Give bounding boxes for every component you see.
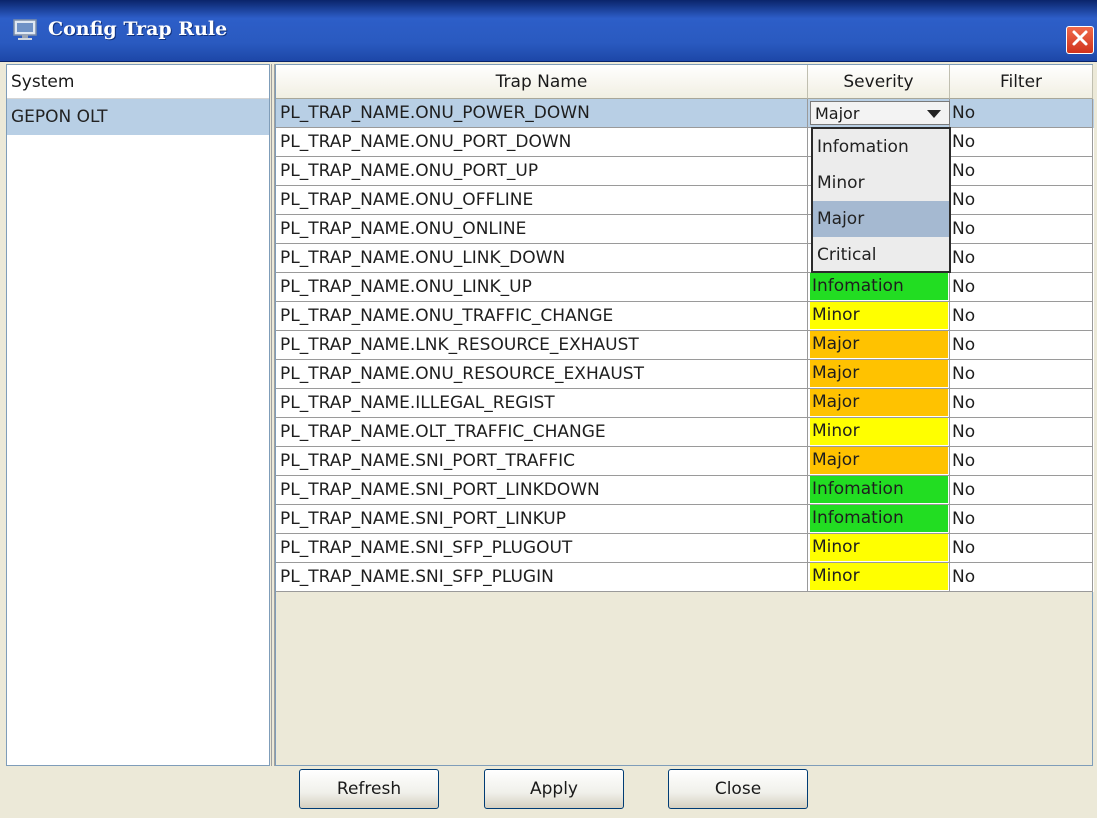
trap-name-cell: PL_TRAP_NAME.ONU_POWER_DOWN [276,99,808,128]
table-row[interactable]: PL_TRAP_NAME.ILLEGAL_REGIST Major No [276,389,1094,418]
table-header: Trap Name Severity Filter [276,65,1094,99]
filter-cell[interactable]: No [950,157,1093,186]
title-bar[interactable]: Config Trap Rule [0,0,1097,62]
table-row[interactable]: PL_TRAP_NAME.ONU_TRAFFIC_CHANGE Minor No [276,302,1094,331]
table-row[interactable]: PL_TRAP_NAME.ONU_ONLINE No [276,215,1094,244]
filter-cell[interactable]: No [950,418,1093,447]
filter-cell[interactable]: No [950,331,1093,360]
close-button[interactable]: Close [668,769,808,809]
severity-value: Infomation [810,476,948,503]
filter-cell[interactable]: No [950,505,1093,534]
trap-name-cell: PL_TRAP_NAME.ONU_ONLINE [276,215,808,244]
severity-value: Infomation [810,273,948,300]
table-row[interactable]: PL_TRAP_NAME.LNK_RESOURCE_EXHAUST Major No [276,331,1094,360]
severity-combo-value: Major [815,103,860,123]
window-title: Config Trap Rule [48,18,228,40]
severity-cell[interactable]: Minor [808,302,950,331]
severity-dropdown-list: Infomation Minor Major Critical [811,127,951,273]
column-header-severity[interactable]: Severity [808,65,950,99]
close-window-button[interactable] [1066,26,1094,54]
table-row[interactable]: PL_TRAP_NAME.SNI_PORT_TRAFFIC Major No [276,447,1094,476]
trap-name-cell: PL_TRAP_NAME.LNK_RESOURCE_EXHAUST [276,331,808,360]
severity-cell[interactable]: Minor [808,534,950,563]
severity-cell[interactable]: Minor [808,563,950,592]
severity-option-major[interactable]: Major [813,201,949,237]
table-row[interactable]: PL_TRAP_NAME.SNI_SFP_PLUGIN Minor No [276,563,1094,592]
severity-cell[interactable]: Minor [808,418,950,447]
severity-option-minor[interactable]: Minor [813,165,949,201]
trap-name-cell: PL_TRAP_NAME.ONU_PORT_DOWN [276,128,808,157]
trap-name-cell: PL_TRAP_NAME.SNI_PORT_LINKUP [276,505,808,534]
system-list-item[interactable]: GEPON OLT [7,99,269,135]
severity-cell[interactable]: Major [808,360,950,389]
trap-name-cell: PL_TRAP_NAME.SNI_SFP_PLUGIN [276,563,808,592]
trap-name-cell: PL_TRAP_NAME.ONU_PORT_UP [276,157,808,186]
table-row[interactable]: PL_TRAP_NAME.ONU_PORT_UP No [276,157,1094,186]
filter-cell[interactable]: No [950,186,1093,215]
severity-value: Major [810,360,948,387]
severity-value: Minor [810,563,948,590]
column-header-trap-name[interactable]: Trap Name [276,65,808,99]
trap-name-cell: PL_TRAP_NAME.ILLEGAL_REGIST [276,389,808,418]
table-row[interactable]: PL_TRAP_NAME.SNI_PORT_LINKDOWN Infomation… [276,476,1094,505]
filter-cell[interactable]: No [950,244,1093,273]
filter-cell[interactable]: No [950,563,1093,592]
trap-name-cell: PL_TRAP_NAME.ONU_RESOURCE_EXHAUST [276,360,808,389]
table-row[interactable]: PL_TRAP_NAME.SNI_SFP_PLUGOUT Minor No [276,534,1094,563]
severity-combo[interactable]: Major [810,101,950,125]
severity-value: Minor [810,302,948,329]
severity-option-infomation[interactable]: Infomation [813,129,949,165]
trap-name-cell: PL_TRAP_NAME.ONU_TRAFFIC_CHANGE [276,302,808,331]
trap-name-cell: PL_TRAP_NAME.ONU_OFFLINE [276,186,808,215]
trap-name-cell: PL_TRAP_NAME.ONU_LINK_DOWN [276,244,808,273]
table-row[interactable]: PL_TRAP_NAME.OLT_TRAFFIC_CHANGE Minor No [276,418,1094,447]
filter-cell[interactable]: No [950,273,1093,302]
table-row[interactable]: PL_TRAP_NAME.ONU_POWER_DOWN No [276,99,1094,128]
table-row[interactable]: PL_TRAP_NAME.ONU_OFFLINE No [276,186,1094,215]
close-icon [1071,29,1089,52]
trap-name-cell: PL_TRAP_NAME.SNI_PORT_LINKDOWN [276,476,808,505]
severity-option-critical[interactable]: Critical [813,237,949,273]
trap-rule-table: Trap Name Severity Filter PL_TRAP_NAME.O… [275,64,1094,766]
filter-cell[interactable]: No [950,447,1093,476]
table-row[interactable]: PL_TRAP_NAME.ONU_LINK_UP Infomation No [276,273,1094,302]
chevron-down-icon[interactable] [923,107,945,121]
system-list: System GEPON OLT [6,64,270,766]
filter-cell[interactable]: No [950,99,1093,128]
severity-value: Major [810,447,948,474]
trap-name-cell: PL_TRAP_NAME.SNI_PORT_TRAFFIC [276,447,808,476]
severity-value: Minor [810,418,948,445]
filter-cell[interactable]: No [950,128,1093,157]
refresh-button[interactable]: Refresh [299,769,439,809]
severity-cell[interactable]: Infomation [808,505,950,534]
trap-name-cell: PL_TRAP_NAME.OLT_TRAFFIC_CHANGE [276,418,808,447]
config-trap-rule-window: Config Trap Rule System GEPON OLT Trap N… [0,0,1097,818]
table-body: PL_TRAP_NAME.ONU_POWER_DOWN No PL_TRAP_NAM… [276,99,1094,592]
severity-cell[interactable]: Major [808,447,950,476]
severity-cell[interactable]: Infomation [808,476,950,505]
severity-value: Major [810,389,948,416]
severity-cell[interactable]: Major [808,331,950,360]
trap-name-cell: PL_TRAP_NAME.ONU_LINK_UP [276,273,808,302]
severity-value: Minor [810,534,948,561]
computer-monitor-icon [12,18,40,42]
filter-cell[interactable]: No [950,389,1093,418]
filter-cell[interactable]: No [950,302,1093,331]
filter-cell[interactable]: No [950,360,1093,389]
filter-cell[interactable]: No [950,534,1093,563]
severity-value: Major [810,331,948,358]
filter-cell[interactable]: No [950,215,1093,244]
table-row[interactable]: PL_TRAP_NAME.ONU_RESOURCE_EXHAUST Major No [276,360,1094,389]
table-row[interactable]: PL_TRAP_NAME.ONU_PORT_DOWN No [276,128,1094,157]
column-header-filter[interactable]: Filter [950,65,1093,99]
table-row[interactable]: PL_TRAP_NAME.ONU_LINK_DOWN No [276,244,1094,273]
trap-name-cell: PL_TRAP_NAME.SNI_SFP_PLUGOUT [276,534,808,563]
filter-cell[interactable]: No [950,476,1093,505]
severity-cell[interactable]: Major [808,389,950,418]
severity-cell[interactable]: Infomation [808,273,950,302]
system-list-header: System [7,65,269,99]
severity-value: Infomation [810,505,948,532]
table-row[interactable]: PL_TRAP_NAME.SNI_PORT_LINKUP Infomation No [276,505,1094,534]
apply-button[interactable]: Apply [484,769,624,809]
